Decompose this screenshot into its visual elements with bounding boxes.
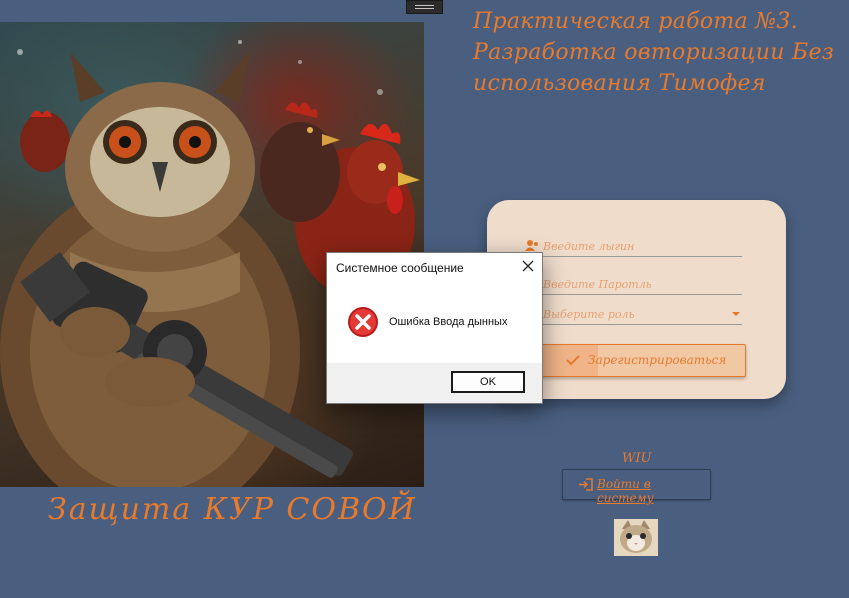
login-placeholder: Введите лыгин xyxy=(543,240,635,253)
sign-in-icon xyxy=(579,478,593,491)
ok-button[interactable]: OK xyxy=(451,371,525,393)
dialog-message: Ошибка Ввода дынных xyxy=(389,316,508,328)
system-message-dialog: Системное сообщение Ошибка Ввода дынных … xyxy=(326,252,543,404)
check-icon xyxy=(566,355,580,365)
login-button[interactable]: Войти в систему xyxy=(562,469,711,505)
role-placeholder: Выберите роль xyxy=(543,308,635,321)
login-field[interactable]: Введите лыгин xyxy=(525,234,742,257)
page-caption: Защита КУР СОВОЙ xyxy=(48,492,417,527)
page-title: Практическая работа №3. Разработка овтор… xyxy=(473,9,835,96)
dialog-title: Системное сообщение xyxy=(336,261,464,275)
users-icon xyxy=(525,240,538,251)
dialog-footer: OK xyxy=(327,363,542,403)
register-button[interactable]: Зарегистрироваться xyxy=(537,344,746,377)
rooster-left xyxy=(20,110,70,172)
cat-image xyxy=(614,519,658,556)
dialog-titlebar[interactable]: Системное сообщение xyxy=(327,253,542,283)
login-button-label: Войти в систему xyxy=(597,477,654,505)
password-placeholder: Введите Паротль xyxy=(543,278,652,291)
register-button-label: Зарегистрироваться xyxy=(588,353,727,367)
close-icon[interactable] xyxy=(522,260,534,272)
password-field[interactable]: Введите Паротль xyxy=(527,272,742,295)
chevron-down-icon xyxy=(732,312,740,316)
rooster-back xyxy=(260,102,340,222)
role-select[interactable]: Выберите роль xyxy=(527,302,742,325)
window-drag-handle[interactable] xyxy=(406,0,443,14)
wiu-label: WIU xyxy=(622,451,652,466)
error-icon xyxy=(348,307,378,337)
